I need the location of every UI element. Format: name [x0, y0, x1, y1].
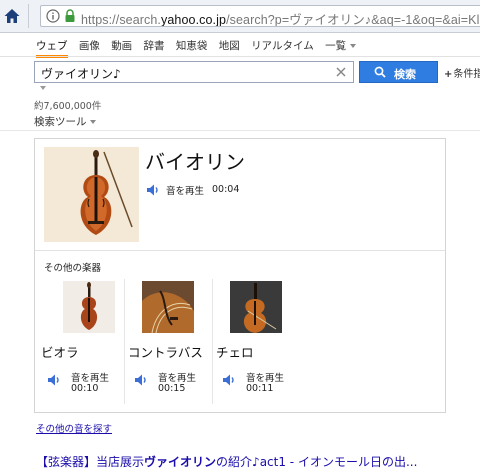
viola-illustration: [80, 282, 98, 330]
home-icon[interactable]: [3, 7, 21, 25]
play-sound-button[interactable]: 音を再生 00:11: [216, 370, 302, 400]
lock-icon: [65, 9, 75, 22]
clear-icon[interactable]: [335, 66, 347, 78]
speaker-icon: [48, 374, 59, 386]
cello-photo[interactable]: [230, 281, 282, 333]
tab-web[interactable]: ウェブ: [36, 38, 68, 58]
info-icon[interactable]: [46, 9, 60, 23]
chevron-down-icon: [350, 44, 357, 48]
instrument-item-cello: チェロ 音を再生 00:11: [216, 279, 302, 404]
toolbar-separator: [28, 4, 29, 28]
result-title-suffix: の紹介♪act1 - イオンモール日の出...: [216, 455, 418, 468]
search-tools-label: 検索ツール: [34, 116, 87, 128]
sound-duration: 00:10: [71, 383, 99, 394]
result-count: 約7,600,000件: [34, 101, 102, 112]
url-text: https://search.yahoo.co.jp/search?p=ヴァイオ…: [81, 9, 480, 27]
speaker-icon: [147, 184, 158, 195]
search-icon: [374, 66, 386, 78]
play-sound-button[interactable]: 音を再生 00:04: [146, 179, 240, 197]
violin-photo[interactable]: [44, 147, 139, 242]
address-bar[interactable]: https://search.yahoo.co.jp/search?p=ヴァイオ…: [40, 5, 480, 27]
tab-videos[interactable]: 動画: [111, 38, 132, 53]
search-button[interactable]: 検索: [359, 61, 438, 83]
instrument-item-contrabass: コントラバス 音を再生 00:15: [128, 279, 214, 404]
tab-dictionary[interactable]: 辞書: [144, 38, 165, 53]
tab-chiebukuro[interactable]: 知恵袋: [176, 38, 208, 53]
search-vertical-tabs: ウェブ 画像 動画 辞書 知恵袋 地図 リアルタイム 一覧: [36, 38, 364, 54]
instrument-name[interactable]: ビオラ: [41, 342, 79, 361]
result-title-link[interactable]: 【弦楽器】当店展示ヴァイオリンの紹介♪act1 - イオンモール日の出...: [36, 453, 480, 468]
search-button-label: 検索: [394, 68, 416, 81]
url-domain: yahoo.co.jp: [161, 13, 227, 27]
tab-list-more[interactable]: 一覧: [325, 38, 357, 53]
sound-duration: 00:04: [212, 184, 240, 195]
card-divider: [35, 250, 445, 251]
play-sound-label: 音を再生: [166, 185, 205, 197]
sound-duration: 00:11: [246, 383, 274, 394]
instrument-title: バイオリン: [145, 150, 245, 174]
more-sounds-link[interactable]: その他の音を探す: [36, 421, 112, 435]
tab-realtime[interactable]: リアルタイム: [251, 38, 314, 53]
search-conditions-label: 条件指: [453, 69, 480, 80]
cello-illustration: [230, 281, 282, 333]
search-query-text: ヴァイオリン♪: [41, 67, 121, 81]
violin-illustration: [44, 147, 139, 242]
nav-divider: [0, 56, 480, 57]
instrument-name[interactable]: コントラバス: [128, 342, 203, 361]
tab-maps[interactable]: 地図: [219, 38, 240, 53]
search-input[interactable]: ヴァイオリン♪: [34, 61, 354, 83]
instrument-name[interactable]: チェロ: [216, 342, 254, 361]
instrument-item-viola: ビオラ 音を再生 00:10: [41, 279, 127, 404]
contrabass-illustration: [142, 281, 194, 333]
play-sound-button[interactable]: 音を再生 00:15: [128, 370, 214, 400]
search-conditions-link[interactable]: +条件指: [444, 65, 480, 80]
instrument-divider: [124, 279, 125, 404]
play-sound-label: 音を再生: [246, 373, 285, 384]
chevron-down-icon: [89, 120, 96, 124]
url-suffix: /search?p=ヴァイオリン♪&aq=-1&oq=&ai=KlKzmmjeC: [226, 13, 480, 27]
contrabass-photo[interactable]: [142, 281, 194, 333]
sound-duration: 00:15: [158, 383, 186, 394]
play-sound-button[interactable]: 音を再生 00:10: [41, 370, 127, 400]
speaker-icon: [135, 374, 146, 386]
suggest-dropdown-icon[interactable]: [40, 86, 46, 90]
viola-photo[interactable]: [63, 281, 115, 333]
tab-list-label: 一覧: [325, 40, 347, 52]
play-sound-label: 音を再生: [71, 373, 110, 384]
instrument-sound-card: バイオリン 音を再生 00:04 その他の楽器 ビオラ 音を再生 00:10 コ…: [34, 138, 446, 413]
result-title-highlight: ヴァイオリン: [144, 455, 217, 468]
play-sound-label: 音を再生: [158, 373, 197, 384]
tools-divider: [0, 130, 480, 131]
plus-icon: +: [444, 69, 453, 80]
other-instruments-heading: その他の楽器: [44, 263, 102, 274]
tab-images[interactable]: 画像: [79, 38, 100, 53]
url-prefix: https://search.: [81, 13, 162, 27]
result-title-prefix: 【弦楽器】当店展示: [36, 455, 145, 468]
speaker-icon: [223, 374, 234, 386]
search-tools-toggle[interactable]: 検索ツール: [34, 114, 96, 129]
instrument-divider: [212, 279, 213, 404]
browser-toolbar: https://search.yahoo.co.jp/search?p=ヴァイオ…: [0, 0, 480, 33]
